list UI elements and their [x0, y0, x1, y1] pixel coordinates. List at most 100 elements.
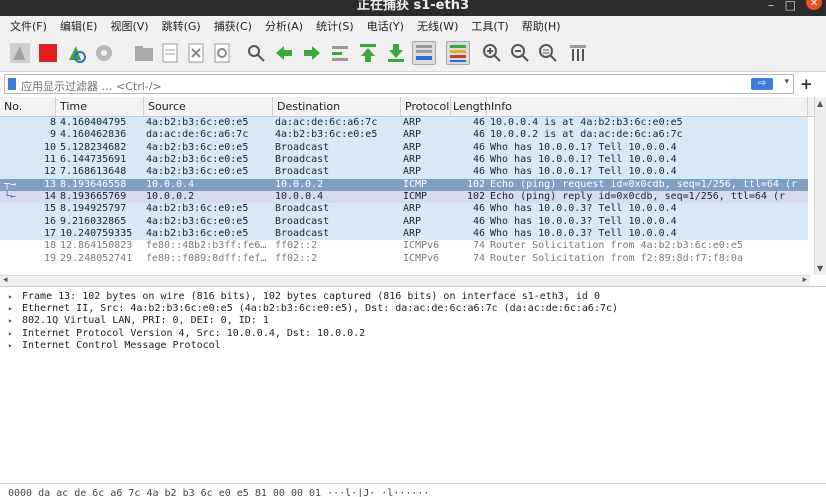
- packet-row[interactable]: 9 4.160462836 da:ac:de:6c:a6:7c 4a:b2:b3:6c…: [0, 129, 808, 142]
- cell-time: 4.160404795: [60, 117, 127, 128]
- packet-row[interactable]: 10 5.128234682 4a:b2:b3:6c:e0:e5 Broadcast A…: [0, 141, 808, 155]
- column-header-length[interactable]: Length: [451, 97, 491, 117]
- column-header-no[interactable]: No.: [0, 97, 56, 117]
- detail-tree-label: Internet Control Message Protocol: [22, 339, 221, 351]
- go-last-icon[interactable]: [384, 41, 408, 65]
- cell-source: 10.0.0.2: [146, 191, 195, 203]
- packet-row[interactable]: 13 8.193646558 10.0.0.4 10.0.0.2 ICMP 102 Echo…: [0, 178, 808, 192]
- expand-arrow-icon[interactable]: ▸: [8, 328, 13, 340]
- column-header-info[interactable]: Info: [487, 97, 808, 117]
- cell-destination: da:ac:de:6c:a6:7c: [275, 117, 378, 128]
- cell-destination: ff02::2: [275, 240, 318, 252]
- go-first-icon[interactable]: [356, 41, 380, 65]
- zoom-in-icon[interactable]: [480, 41, 504, 65]
- expand-arrow-icon[interactable]: ▸: [8, 315, 13, 327]
- cell-protocol: ARP: [403, 166, 422, 178]
- find-packet-icon[interactable]: [244, 41, 268, 65]
- column-header-destination[interactable]: Destination: [273, 97, 401, 117]
- packet-list-vertical-scrollbar[interactable]: ▲ ▼: [814, 97, 826, 275]
- go-forward-icon[interactable]: [300, 41, 324, 65]
- menu-help[interactable]: 帮助(H): [522, 18, 561, 34]
- cell-length: 46: [472, 154, 485, 166]
- close-file-icon[interactable]: [184, 41, 208, 65]
- menu-tools[interactable]: 工具(T): [471, 18, 508, 34]
- zoom-out-icon[interactable]: [508, 41, 532, 65]
- cell-source: 4a:b2:b3:6c:e0:e5: [146, 117, 249, 128]
- reload-file-icon[interactable]: [210, 41, 234, 65]
- cell-time: 4.160462836: [60, 129, 127, 141]
- resize-columns-icon[interactable]: [566, 41, 590, 65]
- cell-info: 10.0.0.4 is at 4a:b2:b3:6c:e0:e5: [490, 117, 683, 128]
- column-header-source[interactable]: Source: [144, 97, 273, 117]
- cell-info: Who has 10.0.0.1? Tell 10.0.0.4: [490, 166, 677, 178]
- cell-info: Who has 10.0.0.1? Tell 10.0.0.4: [490, 141, 677, 153]
- minimize-button[interactable]: –: [768, 0, 774, 12]
- autoscroll-icon[interactable]: [412, 41, 436, 65]
- add-filter-button[interactable]: +: [800, 75, 813, 93]
- packet-row[interactable]: 14 8.193665769 10.0.0.2 10.0.0.4 ICMP 102 Echo…: [0, 191, 808, 204]
- packet-row[interactable]: 8 4.160404795 4a:b2:b3:6c:e0:e5 da:ac:de:6c…: [0, 117, 808, 130]
- menu-wireless[interactable]: 无线(W): [417, 18, 458, 34]
- related-packet-icon: ┬→: [4, 178, 17, 190]
- scroll-right-icon[interactable]: ▸: [802, 275, 807, 285]
- menu-capture[interactable]: 捕获(C): [214, 18, 252, 34]
- detail-tree-item[interactable]: ▸ Frame 13: 102 bytes on wire (816 bits),…: [0, 291, 826, 303]
- cell-time: 8.193646558: [60, 178, 127, 190]
- go-to-packet-icon[interactable]: [328, 41, 352, 65]
- cell-info: Echo (ping) request id=0x0cdb, seq=1/256…: [490, 178, 798, 190]
- capture-options-icon[interactable]: [92, 41, 116, 65]
- scroll-up-icon[interactable]: ▲: [817, 99, 823, 108]
- expand-arrow-icon[interactable]: ▸: [8, 291, 13, 303]
- column-header-protocol[interactable]: Protocol: [401, 97, 451, 117]
- detail-tree-item[interactable]: ▸ Ethernet II, Src: 4a:b2:b3:6c:e0:e5 (4a…: [0, 303, 826, 315]
- hexdump-line[interactable]: 0000 da ac de 6c a6 7c 4a b2 b3 6c e0 e5…: [8, 488, 429, 497]
- packet-row[interactable]: 19 29.248052741 fe80::f089:8dff:fef… ff02::…: [0, 252, 808, 266]
- cell-protocol: ICMPv6: [403, 252, 440, 264]
- packet-row[interactable]: 11 6.144735691 4a:b2:b3:6c:e0:e5 Broadcast A…: [0, 154, 808, 167]
- apply-filter-button[interactable]: ⇨: [751, 78, 773, 90]
- cell-info: Who has 10.0.0.1? Tell 10.0.0.4: [490, 154, 677, 166]
- menu-statistics[interactable]: 统计(S): [316, 18, 354, 34]
- expand-arrow-icon[interactable]: ▸: [8, 303, 13, 315]
- menu-telephony[interactable]: 电话(Y): [367, 18, 404, 34]
- packet-list-horizontal-scrollbar[interactable]: ◂ ▸: [0, 275, 810, 286]
- cell-no: 17: [43, 228, 56, 240]
- packet-row[interactable]: 18 12.864150823 fe80::48b2:b3ff:fe6… ff02::…: [0, 240, 808, 253]
- cell-source: da:ac:de:6c:a6:7c: [146, 129, 249, 141]
- open-file-icon[interactable]: [132, 41, 156, 65]
- column-header-time[interactable]: Time: [56, 97, 144, 117]
- cell-time: 7.168613648: [60, 166, 127, 178]
- cell-destination: 4a:b2:b3:6c:e0:e5: [275, 129, 378, 141]
- packet-row[interactable]: 15 8.194925797 4a:b2:b3:6c:e0:e5 Broadcast A…: [0, 203, 808, 216]
- restart-capture-icon[interactable]: [64, 41, 88, 65]
- colorize-icon[interactable]: [446, 41, 470, 65]
- packet-row[interactable]: 12 7.168613648 4a:b2:b3:6c:e0:e5 Broadcast A…: [0, 166, 808, 179]
- detail-tree-item[interactable]: ▸ Internet Control Message Protocol: [0, 340, 826, 352]
- cell-time: 12.864150823: [60, 240, 133, 252]
- cell-source: 4a:b2:b3:6c:e0:e5: [146, 203, 249, 215]
- display-filter-input[interactable]: 应用显示过滤器 … <Ctrl-/>: [21, 78, 162, 94]
- save-file-icon[interactable]: [158, 41, 182, 65]
- shark-fin-start-icon[interactable]: [8, 41, 32, 65]
- bookmark-icon[interactable]: [8, 78, 16, 90]
- expand-arrow-icon[interactable]: ▸: [8, 340, 13, 352]
- cell-protocol: ARP: [403, 228, 422, 240]
- cell-time: 9.216032865: [60, 215, 127, 227]
- menu-file[interactable]: 文件(F): [10, 18, 47, 34]
- menu-edit[interactable]: 编辑(E): [60, 18, 98, 34]
- menu-view[interactable]: 视图(V): [110, 18, 148, 34]
- packet-row[interactable]: 16 9.216032865 4a:b2:b3:6c:e0:e5 Broadcast A…: [0, 215, 808, 229]
- menu-analyze[interactable]: 分析(A): [265, 18, 303, 34]
- maximize-button[interactable]: □: [785, 0, 796, 12]
- zoom-normal-icon[interactable]: [536, 41, 560, 65]
- go-back-icon[interactable]: [272, 41, 296, 65]
- menu-go[interactable]: 跳转(G): [162, 18, 201, 34]
- scroll-down-icon[interactable]: ▼: [817, 264, 823, 273]
- detail-tree-item[interactable]: ▸ 802.1Q Virtual LAN, PRI: 0, DEI: 0, ID:…: [0, 315, 826, 327]
- scroll-left-icon[interactable]: ◂: [3, 275, 8, 285]
- filter-dropdown-icon[interactable]: ▾: [784, 77, 789, 87]
- cell-destination: 10.0.0.4: [275, 191, 324, 203]
- stop-capture-icon[interactable]: [36, 41, 60, 65]
- detail-tree-item[interactable]: ▸ Internet Protocol Version 4, Src: 10.0.…: [0, 328, 826, 340]
- packet-row[interactable]: 17 10.240759335 4a:b2:b3:6c:e0:e5 Broadcast…: [0, 228, 808, 241]
